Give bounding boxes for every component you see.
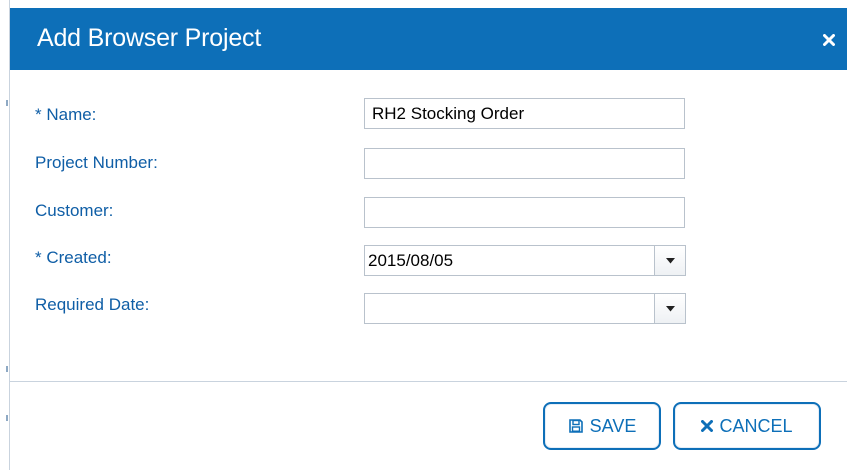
background-mark [6,415,8,421]
dialog-titlebar: Add Browser Project [10,8,847,70]
required-date-picker[interactable] [364,293,686,324]
floppy-disk-icon [568,418,584,434]
name-field[interactable] [364,98,685,129]
created-date-value[interactable]: 2015/08/05 [368,251,453,271]
chevron-down-icon [665,257,675,263]
cancel-button[interactable]: CANCEL [673,402,821,450]
created-dropdown-button[interactable] [654,246,685,275]
close-icon [701,420,714,432]
background-mark [6,100,8,106]
created-label: * Created: [35,248,112,267]
background-window-edge [0,0,9,470]
project-number-label: Project Number: [35,153,158,172]
project-number-field[interactable] [364,148,685,179]
close-icon [823,34,835,46]
name-label: * Name: [35,105,97,124]
customer-field[interactable] [364,197,685,228]
close-button[interactable] [820,31,838,49]
save-button-label: SAVE [589,415,637,436]
required-date-dropdown-button[interactable] [654,294,685,323]
customer-label: Customer: [35,201,114,220]
cancel-button-label: CANCEL [719,415,793,436]
add-project-dialog: Add Browser Project * Name: Project Numb… [9,0,847,470]
created-date-picker[interactable]: 2015/08/05 [364,245,686,276]
required-date-label: Required Date: [35,295,150,314]
chevron-down-icon [665,305,675,311]
save-button[interactable]: SAVE [543,402,661,450]
background-mark [6,366,8,372]
dialog-title: Add Browser Project [37,24,262,52]
footer-divider [10,381,847,382]
